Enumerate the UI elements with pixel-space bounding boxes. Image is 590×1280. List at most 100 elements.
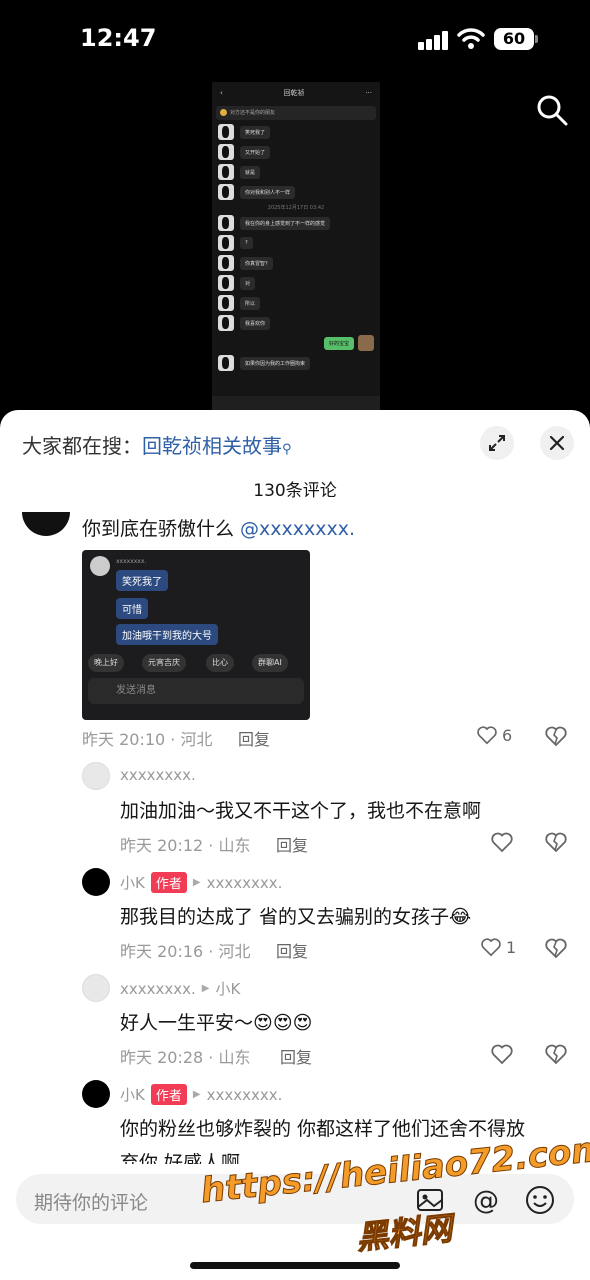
video-chat-header: ‹ 回乾祯 ···: [212, 82, 380, 104]
reply-arrow-icon: ▶: [201, 983, 210, 994]
reply-target[interactable]: xxxxxxxx.: [207, 874, 283, 892]
video-message: ?: [218, 235, 374, 251]
comment-username: 小K 作者 ▶ xxxxxxxx.: [120, 872, 282, 893]
video-bubble: 就是: [240, 165, 261, 179]
video-avatar: [218, 275, 234, 291]
like-count: 6: [502, 725, 513, 745]
username[interactable]: 小K: [120, 872, 145, 893]
comment-image[interactable]: xxxxxxxx. 笑死我了 可惜 加油哦干到我的大号 晚上好 元宵吉庆 比心 …: [82, 550, 310, 720]
video-message: 你对我和别人不一样: [218, 184, 374, 200]
comment-placeholder: 期待你的评论: [34, 1192, 149, 1214]
svg-text:@: @: [473, 1186, 499, 1216]
video-message: 如果你因为我的工作圈拘束: [218, 355, 374, 371]
shot-bubble: 可惜: [116, 598, 148, 619]
like-button[interactable]: 1: [480, 936, 516, 958]
video-bubble: 你真冒智?: [240, 256, 273, 270]
expand-button[interactable]: [480, 426, 514, 460]
video-message: 好的宝宝: [218, 335, 374, 351]
video-avatar: [218, 124, 234, 140]
home-indicator: [190, 1262, 400, 1269]
shot-bubble: 笑死我了: [116, 570, 168, 591]
dislike-icon[interactable]: [544, 936, 568, 960]
expand-icon: [489, 435, 505, 451]
comment-text: 好人一生平安～😍😍😍: [120, 1008, 312, 1035]
search-small-icon: ⚲: [282, 442, 292, 457]
video-chat-title: 回乾祯: [283, 89, 305, 97]
like-button[interactable]: 6: [476, 724, 512, 746]
dislike-icon[interactable]: [544, 830, 568, 854]
comment-meta: 昨天 20:28 · 山东: [120, 1048, 251, 1067]
battery-tip: [535, 35, 538, 43]
video-avatar: [218, 164, 234, 180]
more-icon: ···: [365, 89, 372, 97]
video-player[interactable]: ‹ 回乾祯 ··· 对方还不是你的朋友 笑死我了 又开始了 就是 你对我和别人不…: [212, 82, 380, 412]
video-bubble: 对: [240, 276, 256, 290]
heart-icon: [481, 938, 501, 957]
video-message: 又开始了: [218, 144, 374, 160]
dislike-icon[interactable]: [544, 1042, 568, 1066]
reply-arrow-icon: ▶: [192, 877, 201, 888]
mention-link[interactable]: @xxxxxxxx.: [240, 518, 355, 540]
comment-username: xxxxxxxx. ▶ 小K: [120, 978, 240, 999]
search-icon[interactable]: [536, 94, 568, 126]
comment-text-line: 你的粉丝也够炸裂的 你都这样了他们还舍不得放: [120, 1118, 526, 1140]
reply-target[interactable]: 小K: [216, 978, 241, 999]
video-avatar: [218, 235, 234, 251]
avatar[interactable]: [82, 1080, 110, 1108]
heart-eyes-emoji-icon: 😍😍😍: [253, 1012, 313, 1034]
shot-chip: 群聊AI: [252, 654, 288, 672]
mention-icon[interactable]: @: [470, 1184, 502, 1216]
comment-body: 好人一生平安～: [120, 1012, 254, 1034]
video-avatar: [358, 335, 374, 351]
comment-meta: 昨天 20:10 · 河北: [82, 730, 213, 749]
emoji-icon[interactable]: [524, 1184, 556, 1216]
video-avatar: [218, 255, 234, 271]
comment-meta: 昨天 20:12 · 山东: [120, 836, 251, 855]
avatar[interactable]: [82, 974, 110, 1002]
heart-icon: [477, 726, 497, 745]
reply-button[interactable]: 回复: [280, 1044, 312, 1068]
heart-icon[interactable]: [490, 1042, 514, 1066]
signal-icon: [418, 30, 450, 50]
username[interactable]: xxxxxxxx.: [120, 980, 196, 998]
comment-text: 加油加油～我又不干这个了，我也不在意啊: [120, 800, 482, 822]
username[interactable]: 小K: [120, 1084, 145, 1105]
back-icon: ‹: [220, 89, 223, 97]
video-avatar: [218, 295, 234, 311]
video-banner: 对方还不是你的朋友: [216, 106, 376, 120]
shot-username: xxxxxxxx.: [116, 558, 147, 565]
comment-body: 那我目的达成了 省的又去骗别的女孩子: [120, 906, 450, 928]
comment-meta: 昨天 20:16 · 河北: [120, 942, 251, 961]
search-suggestion[interactable]: 大家都在搜：回乾祯相关故事⚲: [22, 430, 292, 459]
battery-icon: 60: [494, 28, 534, 50]
heart-icon[interactable]: [490, 830, 514, 854]
video-bubble: 笑死我了: [240, 125, 271, 139]
video-message: 你真冒智?: [218, 255, 374, 271]
video-bubble: 好的宝宝: [323, 336, 354, 350]
video-bubble: 我在你的身上感觉到了不一样的感觉: [240, 216, 331, 230]
comment-username: 小K 作者 ▶ xxxxxxxx.: [120, 1084, 282, 1105]
comment-username: xxxxxxxx.: [120, 766, 196, 784]
reply-button[interactable]: 回复: [276, 832, 308, 856]
reply-button[interactable]: 回复: [276, 938, 308, 962]
close-button[interactable]: [540, 426, 574, 460]
reply-button[interactable]: 回复: [238, 726, 270, 750]
avatar[interactable]: [82, 868, 110, 896]
search-term[interactable]: 回乾祯相关故事: [142, 434, 282, 458]
reply-arrow-icon: ▶: [192, 1089, 201, 1100]
video-avatar: [218, 215, 234, 231]
reply-target[interactable]: xxxxxxxx.: [207, 1086, 283, 1104]
shot-chip: 元宵吉庆: [142, 654, 186, 672]
video-timestamp: 2025年12月17日 03:42: [267, 205, 325, 211]
search-prefix: 大家都在搜：: [22, 434, 142, 458]
dislike-icon[interactable]: [544, 724, 568, 748]
comment-text: 那我目的达成了 省的又去骗别的女孩子😂: [120, 902, 471, 929]
video-bubble: ?: [240, 237, 253, 249]
video-bubble: 我喜欢你: [240, 316, 271, 330]
video-avatar: [218, 315, 234, 331]
avatar[interactable]: [82, 762, 110, 790]
video-bubble: 又开始了: [240, 145, 271, 159]
username[interactable]: xxxxxxxx.: [120, 766, 196, 784]
video-message: 所以: [218, 295, 374, 311]
comment-count: 130条评论: [253, 481, 337, 501]
